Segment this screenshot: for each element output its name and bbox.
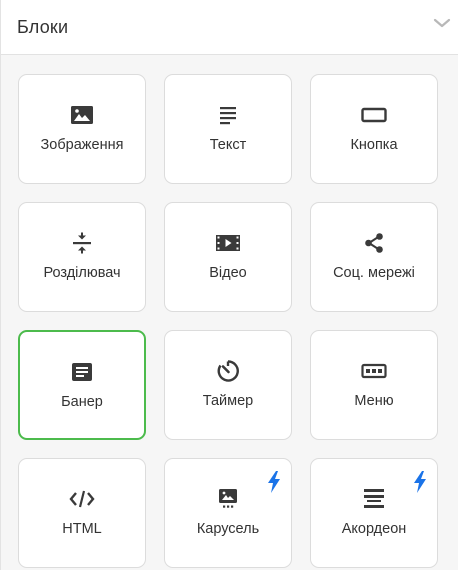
image-icon [69, 103, 95, 127]
timer-icon [215, 359, 241, 383]
blocks-panel: Блоки Зображення Текст Кнопка Розділювач… [0, 0, 458, 570]
menu-icon [361, 359, 387, 383]
share-icon [361, 231, 387, 255]
chevron-down-icon[interactable] [432, 16, 452, 30]
banner-icon [69, 360, 95, 384]
button-icon [361, 103, 387, 127]
block-label: Банер [61, 394, 103, 410]
carousel-icon [215, 487, 241, 511]
block-tile-banner[interactable]: Банер [18, 330, 146, 440]
lightning-icon [267, 471, 281, 493]
block-label: Соц. мережі [333, 265, 415, 281]
block-label: Акордеон [341, 521, 407, 537]
block-tile-social[interactable]: Соц. мережі [310, 202, 438, 312]
text-lines-icon [215, 103, 241, 127]
code-icon [69, 487, 95, 511]
block-tile-timer[interactable]: Таймер [164, 330, 292, 440]
block-tile-divider[interactable]: Розділювач [18, 202, 146, 312]
block-tile-carousel[interactable]: Карусель [164, 458, 292, 568]
block-label: HTML [62, 521, 102, 537]
block-tile-text[interactable]: Текст [164, 74, 292, 184]
block-tile-video[interactable]: Відео [164, 202, 292, 312]
block-tile-image[interactable]: Зображення [18, 74, 146, 184]
block-label: Відео [209, 265, 247, 281]
block-label: Таймер [202, 393, 254, 409]
block-label: Текст [209, 137, 247, 153]
accordion-icon [361, 487, 387, 511]
block-tile-menu[interactable]: Меню [310, 330, 438, 440]
blocks-title: Блоки [17, 17, 69, 37]
block-label: Зображення [40, 137, 124, 153]
block-tile-button[interactable]: Кнопка [310, 74, 438, 184]
block-label: Меню [354, 393, 394, 409]
video-icon [215, 231, 241, 255]
lightning-icon [413, 471, 427, 493]
blocks-header[interactable]: Блоки [1, 0, 458, 55]
block-tile-accordion[interactable]: Акордеон [310, 458, 438, 568]
block-label: Кнопка [350, 137, 398, 153]
block-label: Карусель [196, 521, 260, 537]
block-tile-html[interactable]: HTML [18, 458, 146, 568]
divider-icon [69, 231, 95, 255]
blocks-grid: Зображення Текст Кнопка Розділювач Відео… [18, 74, 439, 568]
block-label: Розділювач [43, 265, 121, 281]
